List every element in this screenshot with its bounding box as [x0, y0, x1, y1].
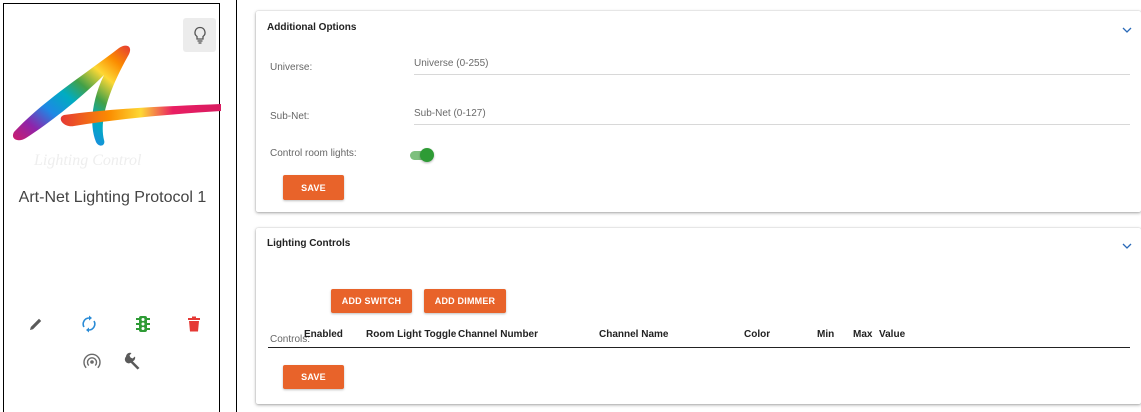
room-lights-toggle[interactable] [408, 148, 434, 162]
universe-input[interactable] [414, 53, 1130, 75]
delete-button[interactable] [182, 312, 206, 336]
edit-icon [30, 318, 42, 330]
divider [236, 0, 237, 412]
edit-button[interactable] [24, 312, 48, 336]
column-max: Max [853, 329, 873, 340]
delete-icon [188, 316, 200, 332]
add-dimmer-button[interactable]: ADD DIMMER [424, 289, 506, 313]
broadcast-icon [83, 353, 101, 369]
column-channel-number: Channel Number [458, 329, 539, 340]
column-enabled: Enabled [304, 329, 343, 340]
art-net-logo: Lighting Control [4, 40, 221, 180]
device-actions-row [4, 312, 221, 342]
column-channel-name: Channel Name [599, 329, 669, 340]
wrench-icon [124, 352, 140, 370]
toggle-thumb [420, 148, 434, 162]
column-room-light-toggle: Room Light Toggle [366, 329, 457, 340]
room-lights-label: Control room lights: [270, 148, 357, 159]
add-switch-button[interactable]: ADD SWITCH [331, 289, 412, 313]
device-card: Lighting Control Art-Net Lighting Protoc… [3, 3, 221, 412]
traffic-light-icon [136, 316, 150, 332]
column-value: Value [879, 329, 906, 340]
lighting-controls-header[interactable]: Lighting Controls [267, 238, 350, 249]
universe-label: Universe: [270, 62, 313, 73]
save-button[interactable]: SAVE [283, 365, 344, 389]
broadcast-button[interactable] [80, 349, 104, 373]
controls-table-header: Enabled Room Light Toggle Channel Number… [268, 326, 1130, 348]
device-actions-row-2 [4, 349, 221, 375]
sync-icon [82, 315, 96, 333]
column-color: Color [744, 329, 771, 340]
settings-button[interactable] [121, 349, 145, 373]
chevron-down-icon[interactable] [1121, 241, 1133, 251]
subnet-input[interactable] [414, 103, 1130, 125]
lighting-controls-panel: Lighting Controls Controls: ADD SWITCH A… [256, 228, 1141, 404]
device-title: Art-Net Lighting Protocol 1 [18, 189, 207, 206]
sync-button[interactable] [77, 312, 101, 336]
chevron-down-icon[interactable] [1121, 25, 1133, 35]
subnet-label: Sub-Net: [270, 111, 310, 122]
additional-options-panel: Additional Options Universe: Sub-Net: Co… [256, 11, 1141, 212]
traffic-light-button[interactable] [131, 312, 155, 336]
svg-text:Lighting Control: Lighting Control [33, 152, 142, 169]
save-button[interactable]: SAVE [283, 175, 344, 200]
additional-options-header[interactable]: Additional Options [267, 22, 356, 33]
column-min: Min [817, 329, 835, 340]
